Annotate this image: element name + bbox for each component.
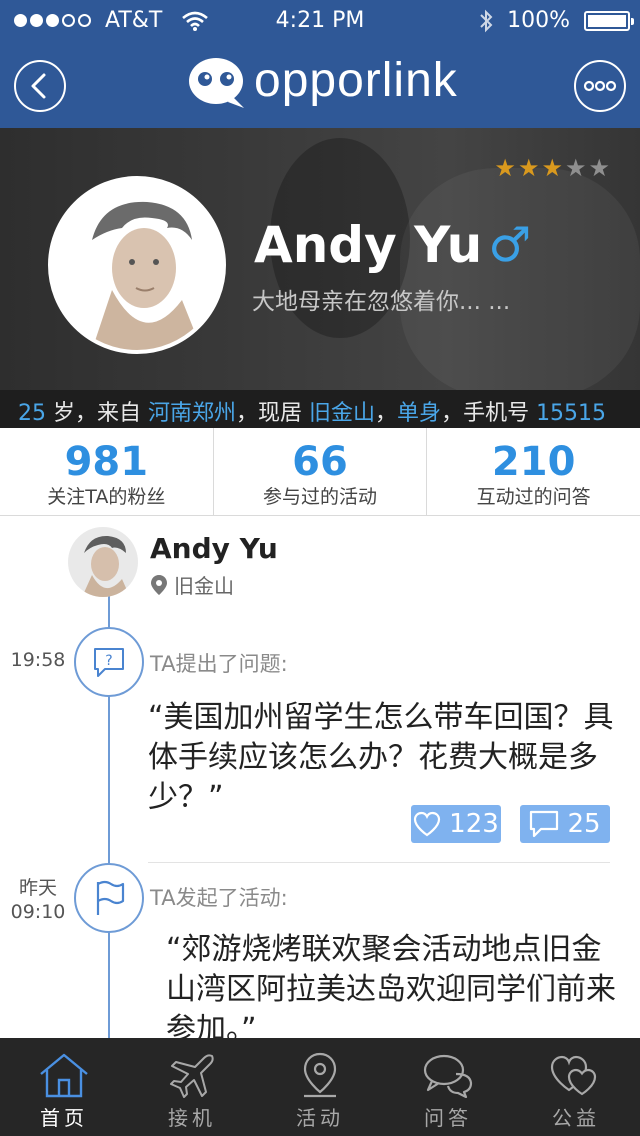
avatar-small-portrait-icon bbox=[68, 527, 138, 597]
info-phone-label: ，手机号 bbox=[441, 401, 537, 426]
timeline-user-name[interactable]: Andy Yu bbox=[150, 532, 278, 565]
location-text: 旧金山 bbox=[174, 574, 234, 598]
app-logo: opporlink bbox=[188, 53, 458, 110]
location-pin-icon bbox=[303, 1052, 337, 1098]
tab-label: 公益 bbox=[552, 1106, 600, 1130]
timeline-activity-text[interactable]: “郊游烧烤联欢聚会活动地点旧金山湾区阿拉美达岛欢迎同学们前来参加。” bbox=[148, 930, 628, 1050]
question-bubble-icon: ? bbox=[94, 648, 124, 677]
time-line-1: 19:58 bbox=[10, 649, 66, 671]
logo-bubble-icon bbox=[189, 58, 244, 108]
stat-fans[interactable]: 981 关注TA的粉丝 bbox=[0, 428, 214, 515]
airplane-icon bbox=[170, 1054, 214, 1098]
info-relationship: 单身 bbox=[397, 401, 442, 426]
info-age: 25 bbox=[18, 401, 46, 426]
timeline-avatar[interactable] bbox=[68, 527, 138, 597]
back-arrow-icon bbox=[31, 73, 46, 99]
stat-value: 66 bbox=[292, 439, 348, 485]
profile-avatar[interactable] bbox=[48, 176, 226, 354]
profile-header: ★ ★ ★ ★ ★ Andy Yu ♂ 大地母亲在忽悠着你... ... bbox=[0, 128, 640, 390]
bottom-tab-bar: 首页 接机 活动 问答 公益 bbox=[0, 1038, 640, 1136]
timeline-caption: TA发起了活动: bbox=[150, 886, 288, 910]
info-sep: ， bbox=[375, 401, 398, 426]
info-hometown: 河南郑州 bbox=[148, 401, 237, 426]
like-button[interactable]: 123 bbox=[411, 805, 501, 843]
battery-icon bbox=[584, 10, 634, 31]
like-count: 123 bbox=[449, 809, 499, 839]
timeline-node-question: ? bbox=[74, 627, 144, 697]
tab-home[interactable]: 首页 bbox=[0, 1038, 128, 1136]
tab-qa[interactable]: 问答 bbox=[384, 1038, 512, 1136]
back-button[interactable] bbox=[14, 60, 66, 112]
stat-value: 981 bbox=[64, 439, 149, 485]
star-filled-icon: ★ bbox=[541, 154, 563, 182]
logo-text: opporlink bbox=[254, 53, 458, 107]
profile-name-row: Andy Yu ♂ bbox=[254, 216, 531, 274]
status-bar: AT&T 4:21 PM 100% bbox=[0, 0, 640, 40]
background-photo-shade bbox=[400, 168, 640, 390]
info-age-suffix: 岁，来自 bbox=[46, 401, 148, 426]
star-filled-icon: ★ bbox=[517, 154, 540, 182]
tab-charity[interactable]: 公益 bbox=[512, 1038, 640, 1136]
comment-count: 25 bbox=[567, 809, 601, 839]
timeline-time: 19:58 bbox=[8, 648, 68, 672]
status-right: 100% bbox=[479, 8, 634, 33]
stat-qa[interactable]: 210 互动过的问答 bbox=[427, 428, 640, 515]
timeline-divider bbox=[148, 862, 610, 863]
hearts-icon bbox=[550, 1055, 597, 1096]
info-phone: 15515 bbox=[536, 401, 607, 426]
stat-activities[interactable]: 66 参与过的活动 bbox=[214, 428, 428, 515]
stats-row: 981 关注TA的粉丝 66 参与过的活动 210 互动过的问答 bbox=[0, 428, 640, 516]
battery-percent: 100% bbox=[507, 8, 570, 33]
timeline-question-text[interactable]: “美国加州留学生怎么带车回国？具体手续应该怎么办？花费大概是多少？” bbox=[148, 698, 628, 818]
profile-signature: 大地母亲在忽悠着你... ... bbox=[252, 289, 511, 315]
flag-icon bbox=[96, 880, 125, 915]
top-bar: AT&T 4:21 PM 100% opporlink bbox=[0, 0, 640, 128]
heart-icon bbox=[414, 811, 441, 837]
bluetooth-icon bbox=[480, 9, 493, 32]
profile-info-bar: 25 岁，来自 河南郑州，现居 旧金山，单身，手机号 15515 bbox=[0, 390, 640, 428]
tab-label: 问答 bbox=[424, 1106, 472, 1130]
location-pin-icon bbox=[151, 574, 167, 595]
svg-text:?: ? bbox=[105, 653, 112, 669]
time-line-1: 昨天 bbox=[18, 877, 57, 899]
tab-label: 接机 bbox=[168, 1106, 216, 1130]
home-icon bbox=[40, 1053, 88, 1098]
rating-stars: ★ ★ ★ ★ ★ bbox=[494, 154, 610, 182]
star-empty-icon: ★ bbox=[564, 154, 587, 182]
timeline-user-location: 旧金山 bbox=[150, 570, 234, 599]
more-dots-icon bbox=[583, 80, 617, 92]
time-line-2: 09:10 bbox=[10, 901, 66, 923]
chat-bubbles-icon bbox=[423, 1054, 473, 1098]
timeline-caption: TA提出了问题: bbox=[150, 652, 288, 676]
stat-label: 关注TA的粉丝 bbox=[47, 486, 166, 508]
tab-label: 首页 bbox=[40, 1106, 88, 1130]
star-filled-icon: ★ bbox=[494, 154, 516, 182]
info-city: 旧金山 bbox=[309, 401, 376, 426]
info-mid: ，现居 bbox=[236, 401, 310, 426]
more-button[interactable] bbox=[574, 60, 626, 112]
male-gender-icon: ♂ bbox=[488, 217, 532, 273]
comment-button[interactable]: 25 bbox=[520, 805, 610, 843]
tab-activities[interactable]: 活动 bbox=[256, 1038, 384, 1136]
stat-label: 参与过的活动 bbox=[263, 486, 378, 508]
tab-pickup[interactable]: 接机 bbox=[128, 1038, 256, 1136]
star-empty-icon: ★ bbox=[588, 154, 610, 182]
comment-icon bbox=[530, 810, 559, 838]
tab-label: 活动 bbox=[296, 1106, 344, 1130]
timeline-time: 昨天 09:10 bbox=[8, 876, 68, 924]
avatar-portrait-icon bbox=[52, 180, 222, 350]
profile-name: Andy Yu bbox=[254, 216, 483, 274]
stat-label: 互动过的问答 bbox=[476, 486, 591, 508]
stat-value: 210 bbox=[491, 439, 576, 485]
timeline-node-activity bbox=[74, 863, 144, 933]
